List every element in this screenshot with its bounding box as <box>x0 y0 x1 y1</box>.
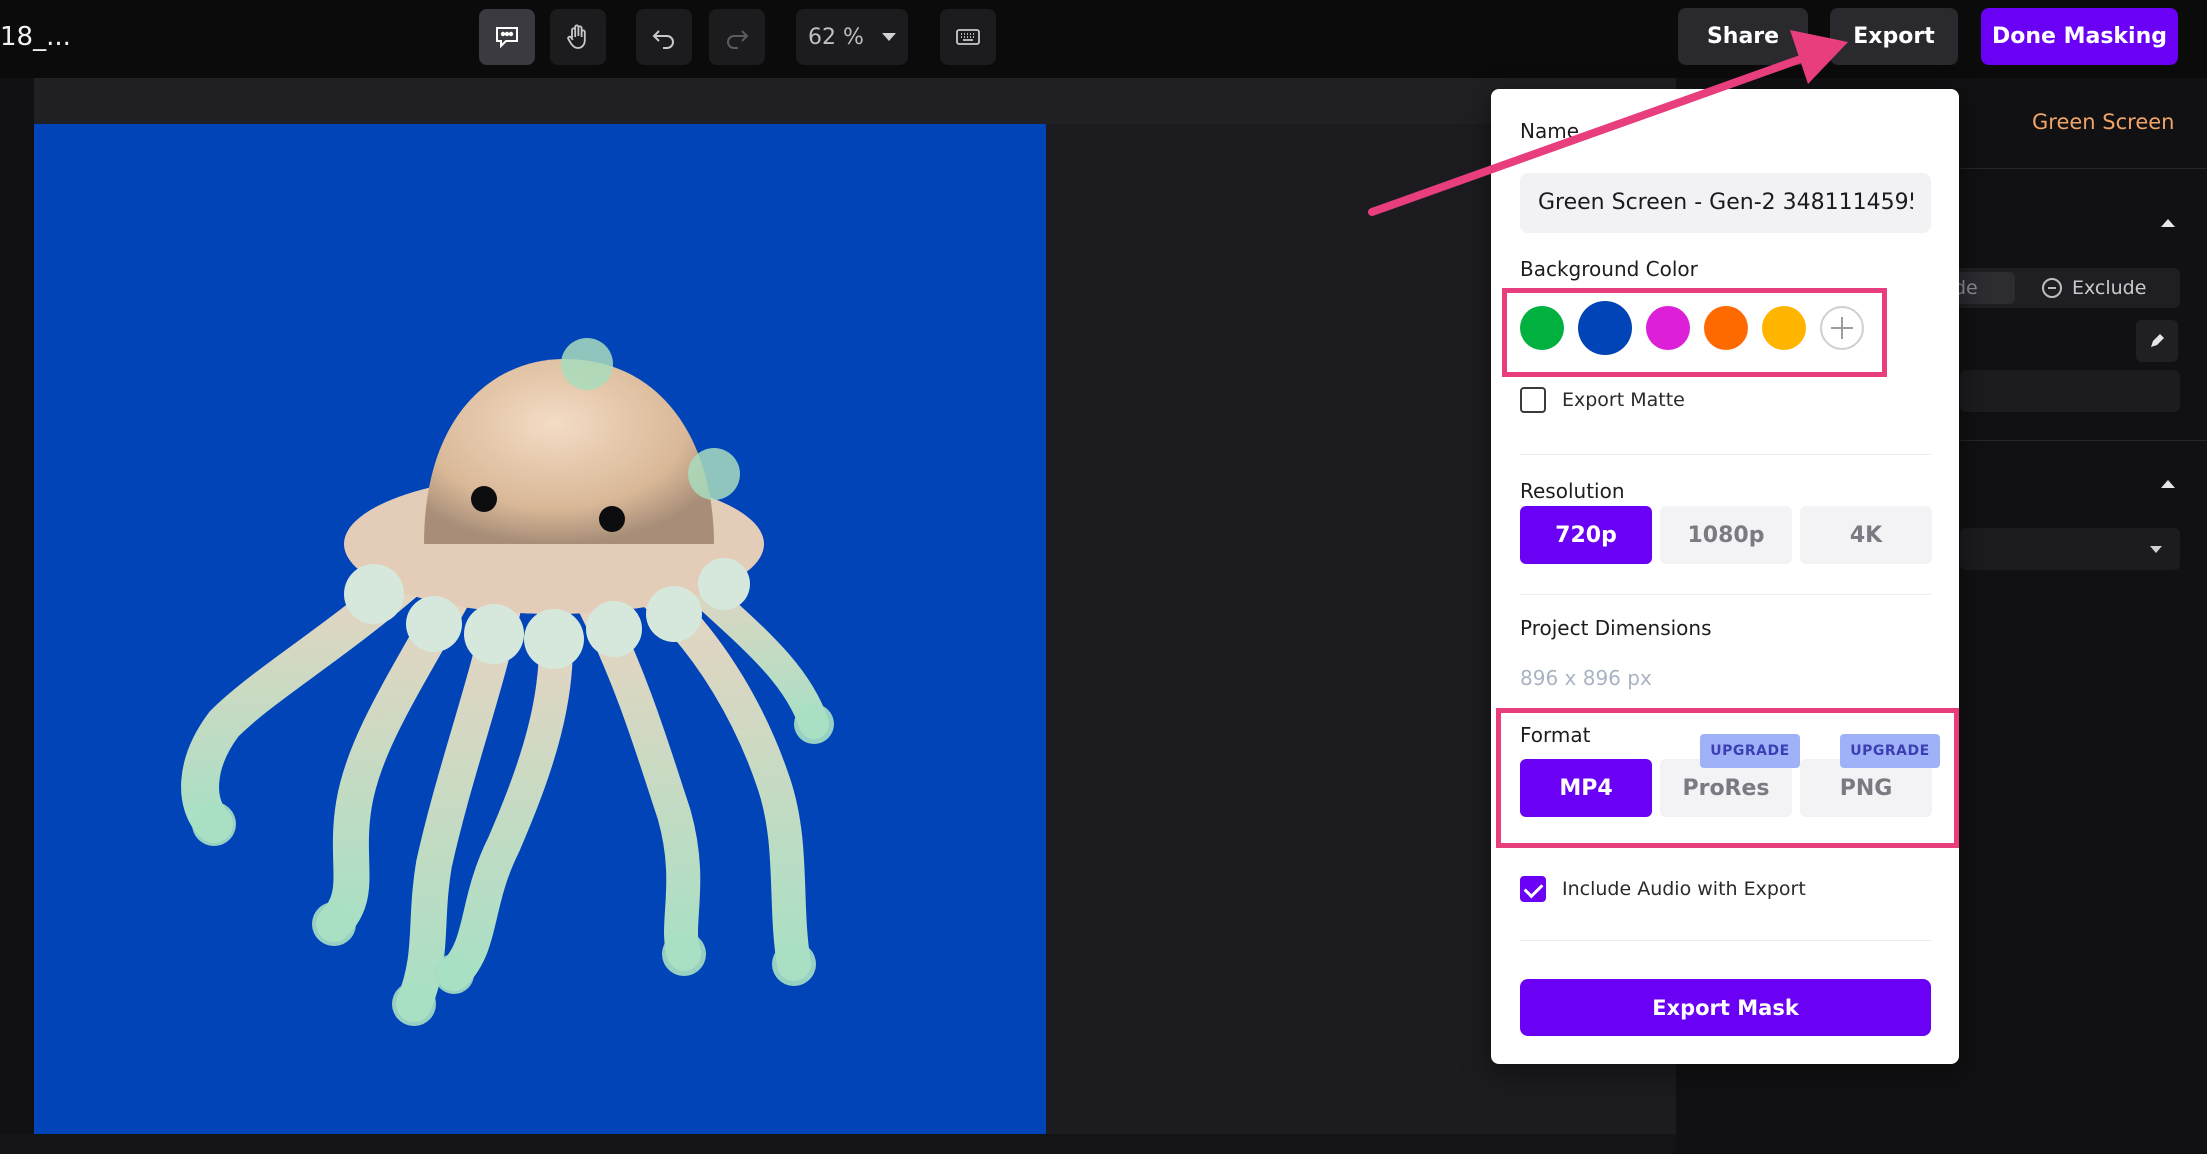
panel-divider <box>1960 440 2207 441</box>
zoom-value: 62 % <box>808 24 864 50</box>
include-exclude-toggle: de Exclude <box>1940 268 2180 308</box>
redo-button[interactable] <box>709 9 765 65</box>
background-color-label: Background Color <box>1520 257 1698 281</box>
section-divider <box>1520 594 1931 595</box>
resolution-option[interactable]: 4K <box>1800 506 1932 564</box>
pencil-icon <box>2151 334 2164 347</box>
masked-video-frame[interactable] <box>34 124 1046 1134</box>
top-toolbar: 18_... 62 % Share Export Done Masking <box>0 0 2207 78</box>
speech-bubble-icon <box>496 27 518 49</box>
project-name[interactable]: 18_... <box>0 22 71 52</box>
include-audio-checkbox[interactable] <box>1520 876 1546 902</box>
export-matte-checkbox[interactable] <box>1520 387 1546 413</box>
brush-size-field[interactable] <box>1960 370 2180 412</box>
panel-divider <box>1960 168 2207 169</box>
canvas-ruler <box>34 78 1676 124</box>
jellyfish-subject <box>181 338 834 1026</box>
name-label: Name <box>1520 119 1580 143</box>
hand-icon <box>567 24 586 49</box>
project-dimensions-label: Project Dimensions <box>1520 616 1712 640</box>
keyboard-shortcuts-button[interactable] <box>940 9 996 65</box>
format-highlight <box>1496 708 1959 848</box>
undo-icon <box>652 30 674 49</box>
panel-dropdown[interactable] <box>1960 528 2180 570</box>
panel-title: Green Screen <box>2032 110 2175 134</box>
share-button[interactable]: Share <box>1678 8 1808 65</box>
export-popup: Name Background Color Export Matte Resol… <box>1491 89 1959 1064</box>
done-masking-button[interactable]: Done Masking <box>1981 8 2178 65</box>
include-audio-row[interactable]: Include Audio with Export <box>1520 876 1806 902</box>
background-color-highlight <box>1502 288 1887 377</box>
redo-icon <box>727 30 749 49</box>
canvas-left-gutter <box>0 78 34 1154</box>
undo-button[interactable] <box>636 9 692 65</box>
chevron-down-icon <box>2150 546 2162 553</box>
resolution-label: Resolution <box>1520 479 1625 503</box>
resolution-option[interactable]: 720p <box>1520 506 1652 564</box>
section-divider <box>1520 454 1931 455</box>
chevron-up-icon[interactable] <box>2161 480 2175 488</box>
exclude-option[interactable]: Exclude <box>2042 268 2146 308</box>
export-matte-label: Export Matte <box>1562 389 1685 411</box>
chevron-down-icon <box>881 33 896 41</box>
exclude-label: Exclude <box>2072 277 2147 299</box>
zoom-dropdown[interactable]: 62 % <box>796 9 908 65</box>
annotate-tool-button[interactable] <box>479 9 535 65</box>
project-dimensions-value: 896 x 896 px <box>1520 666 1652 690</box>
canvas-bottom-bar <box>0 1134 1676 1154</box>
chevron-up-icon[interactable] <box>2161 219 2175 227</box>
minus-circle-icon <box>2042 278 2062 298</box>
export-button[interactable]: Export <box>1830 8 1958 65</box>
hand-tool-button[interactable] <box>550 9 606 65</box>
section-divider <box>1520 940 1931 941</box>
brush-button[interactable] <box>2136 320 2178 362</box>
keyboard-icon <box>956 29 980 45</box>
export-matte-row[interactable]: Export Matte <box>1520 387 1685 413</box>
include-audio-label: Include Audio with Export <box>1562 878 1806 900</box>
export-name-input[interactable] <box>1520 173 1931 233</box>
resolution-option[interactable]: 1080p <box>1660 506 1792 564</box>
export-mask-button[interactable]: Export Mask <box>1520 979 1931 1036</box>
